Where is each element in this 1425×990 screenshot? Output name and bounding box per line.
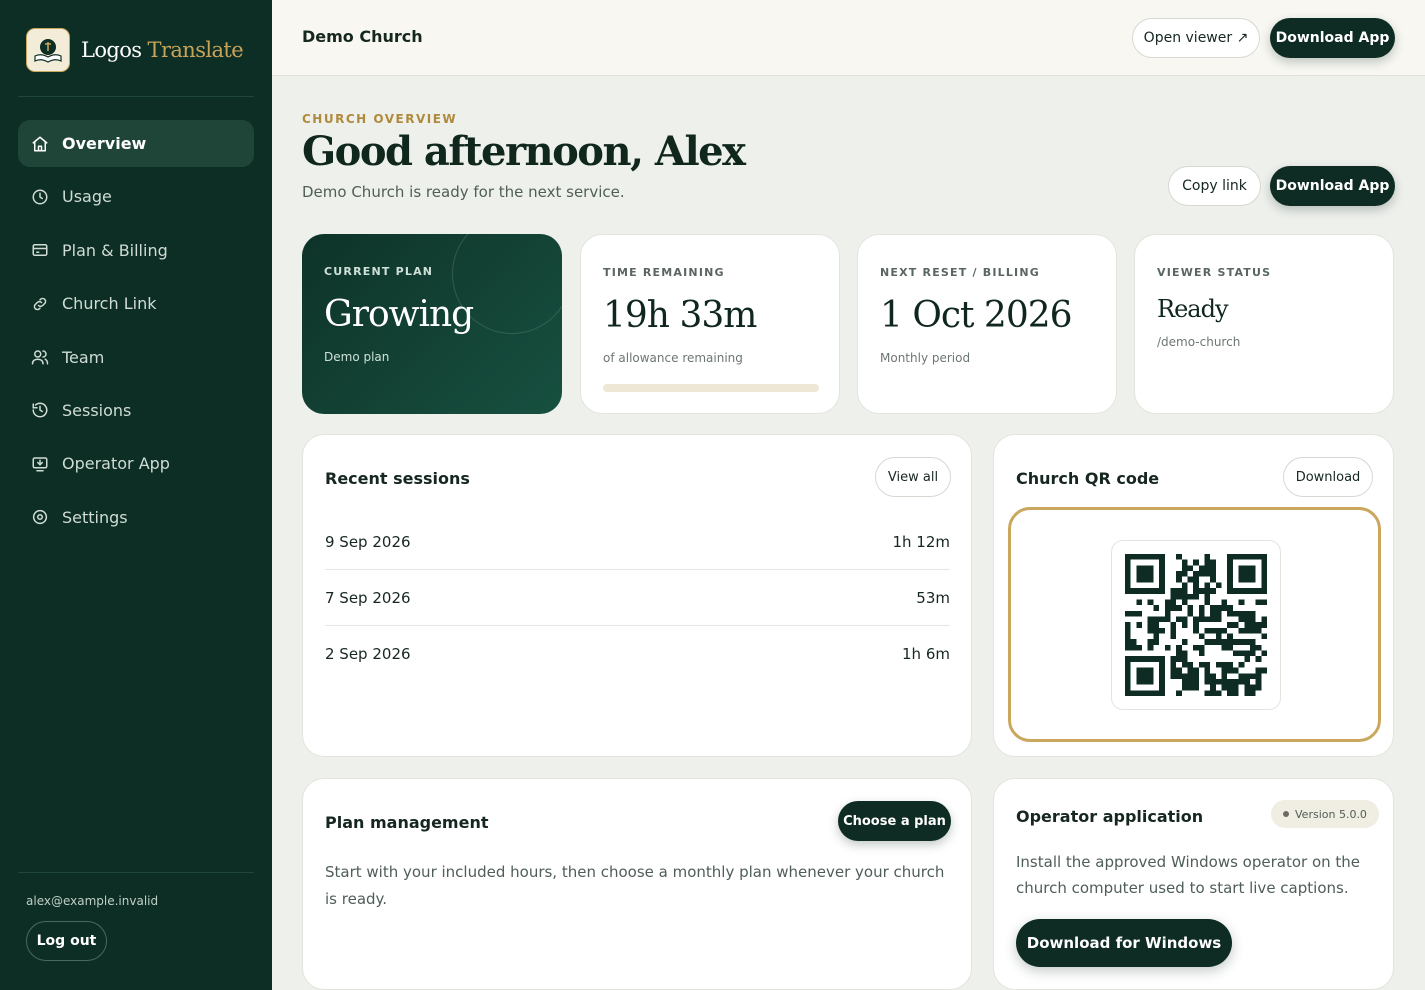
greeting-heading: Good afternoon, Alex	[302, 128, 746, 175]
viewer-status-value: Ready	[1157, 295, 1229, 323]
brand-name: Logos Translate	[81, 38, 244, 62]
sidebar-item-label: Plan & Billing	[62, 240, 168, 260]
card-label: CURRENT PLAN	[324, 265, 434, 278]
operator-application-panel: Operator application Version 5.0.0 Insta…	[993, 778, 1394, 990]
greeting-subline: Demo Church is ready for the next servic…	[302, 183, 625, 201]
current-plan-card: CURRENT PLAN Growing Demo plan	[302, 234, 562, 414]
sidebar-item-label: Settings	[62, 507, 128, 527]
view-all-button[interactable]: View all	[875, 457, 951, 497]
divider	[18, 872, 254, 873]
church-qr-panel: Church QR code Download	[993, 434, 1394, 757]
session-date: 7 Sep 2026	[325, 589, 411, 607]
plan-management-panel: Plan management Choose a plan Start with…	[302, 778, 972, 990]
download-qr-button[interactable]: Download	[1283, 457, 1373, 497]
sidebar-item-usage[interactable]: Usage	[18, 173, 254, 220]
card-label: VIEWER STATUS	[1157, 266, 1272, 279]
sidebar-item-label: Team	[62, 347, 105, 367]
operator-description: Install the approved Windows operator on…	[1016, 853, 1361, 897]
sidebar-item-overview[interactable]: Overview	[18, 120, 254, 167]
sidebar-item-label: Church Link	[62, 294, 157, 314]
time-remaining-sub: of allowance remaining	[603, 351, 743, 365]
sidebar-nav: Overview Usage Plan & Billing Church Lin…	[18, 120, 254, 547]
session-duration: 1h 6m	[902, 644, 950, 663]
brand[interactable]: Logos Translate	[26, 27, 244, 73]
sidebar-item-plan-billing[interactable]: Plan & Billing	[18, 227, 254, 274]
download-app-button[interactable]: Download App	[1270, 166, 1395, 206]
bible-icon	[26, 28, 70, 72]
sidebar-item-team[interactable]: Team	[18, 334, 254, 381]
card-label: TIME REMAINING	[603, 266, 725, 279]
open-viewer-button[interactable]: Open viewer ↗	[1132, 18, 1260, 58]
download-windows-button[interactable]: Download for Windows	[1016, 919, 1232, 967]
copy-link-button[interactable]: Copy link	[1168, 166, 1261, 206]
version-text: Version 5.0.0	[1295, 807, 1367, 821]
plan-name: Growing	[324, 294, 474, 335]
panel-title: Plan management	[325, 813, 489, 832]
viewer-status-card: VIEWER STATUS Ready /demo-church	[1134, 234, 1394, 414]
session-duration: 53m	[916, 589, 950, 607]
card-label: NEXT RESET / BILLING	[880, 266, 1040, 279]
recent-sessions-panel: Recent sessions View all 9 Sep 2026 1h 1…	[302, 434, 972, 757]
next-reset-sub: Monthly period	[880, 351, 971, 365]
sidebar-item-sessions[interactable]: Sessions	[18, 387, 254, 434]
link-icon	[33, 297, 47, 310]
time-remaining-card: TIME REMAINING 19h 33m of allowance rema…	[580, 234, 840, 414]
panel-title: Recent sessions	[325, 469, 470, 488]
home-icon	[32, 136, 48, 151]
logout-button[interactable]: Log out	[26, 921, 107, 961]
sidebar-item-operator-app[interactable]: Operator App	[18, 440, 254, 487]
version-badge: Version 5.0.0	[1271, 800, 1379, 828]
choose-plan-button[interactable]: Choose a plan	[838, 801, 951, 841]
session-date: 9 Sep 2026	[325, 533, 411, 551]
panel-title: Church QR code	[1016, 469, 1160, 488]
allowance-progress-bar	[603, 384, 819, 392]
sidebar-item-church-link[interactable]: Church Link	[18, 280, 254, 327]
next-reset-value: 1 Oct 2026	[880, 295, 1073, 336]
user-email: alex@example.invalid	[26, 894, 159, 908]
qr-frame	[1008, 507, 1381, 742]
status-dot-icon	[1283, 811, 1289, 817]
users-icon	[31, 350, 49, 365]
session-date: 2 Sep 2026	[325, 644, 411, 663]
clock-icon	[32, 189, 48, 205]
table-row[interactable]: 9 Sep 2026 1h 12m	[325, 515, 950, 570]
topbar: Demo Church Open viewer ↗ Download App	[272, 0, 1425, 76]
plan-description: Start with your included hours, then cho…	[325, 863, 945, 908]
sidebar-item-label: Usage	[62, 187, 112, 207]
plan-sub: Demo plan	[324, 350, 390, 364]
sidebar-item-settings[interactable]: Settings	[18, 494, 254, 541]
viewer-path: /demo-church	[1157, 335, 1241, 349]
gear-icon	[32, 510, 48, 525]
divider	[18, 96, 254, 97]
session-duration: 1h 12m	[892, 533, 950, 551]
table-row[interactable]: 7 Sep 2026 53m	[325, 571, 950, 626]
next-reset-card: NEXT RESET / BILLING 1 Oct 2026 Monthly …	[857, 234, 1117, 414]
download-monitor-icon	[32, 457, 48, 472]
sidebar-item-label: Operator App	[62, 454, 170, 474]
time-remaining-value: 19h 33m	[603, 295, 757, 336]
sidebar-item-label: Overview	[62, 134, 147, 153]
panel-title: Operator application	[1016, 807, 1204, 826]
download-app-button[interactable]: Download App	[1270, 18, 1395, 58]
sidebar: Logos Translate Overview Usage Plan & Bi…	[0, 0, 272, 990]
section-eyebrow: CHURCH OVERVIEW	[302, 112, 458, 126]
page-title: Demo Church	[302, 27, 423, 46]
sidebar-item-label: Sessions	[62, 400, 132, 420]
table-row[interactable]: 2 Sep 2026 1h 6m	[325, 626, 950, 681]
qr-code-icon[interactable]	[1111, 540, 1281, 710]
history-icon	[32, 402, 48, 418]
credit-card-icon	[32, 244, 48, 257]
